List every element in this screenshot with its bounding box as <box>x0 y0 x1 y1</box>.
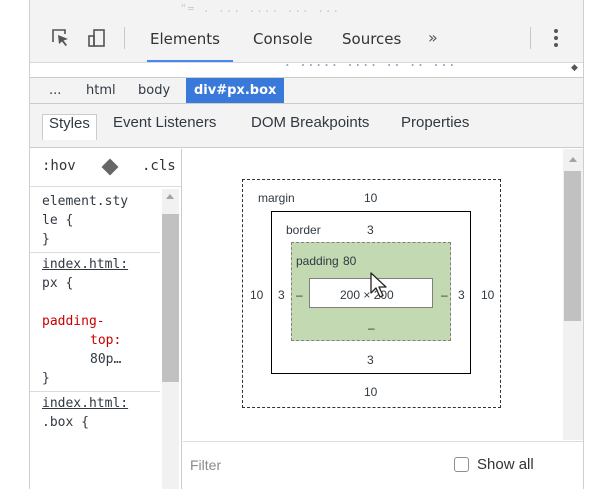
devtools-toolbar: "= . ... .... ... ... Elements Console S… <box>30 0 583 66</box>
more-options-icon[interactable] <box>553 27 559 49</box>
rule-selector[interactable]: px { <box>42 274 73 293</box>
element-style-selector-cont[interactable]: le { <box>42 211 73 230</box>
border-top-value[interactable]: 3 <box>367 223 374 237</box>
scroll-up-icon[interactable] <box>166 194 174 199</box>
element-style-close: } <box>42 232 50 247</box>
show-all-label[interactable]: Show all <box>477 456 534 473</box>
diamond-icon[interactable] <box>101 158 119 176</box>
padding-right-value[interactable]: – <box>441 288 448 302</box>
padding-left-value[interactable]: – <box>296 288 303 302</box>
padding-top-value[interactable]: 80 <box>343 254 356 268</box>
mouse-cursor-icon <box>370 272 387 298</box>
margin-right-value[interactable]: 10 <box>481 288 494 302</box>
styles-pane: :hov .cls element.sty le { } index.html:… <box>30 149 182 489</box>
computed-filter-bar: Filter Show all <box>183 441 583 489</box>
rule-source-link[interactable]: index.html: <box>42 394 128 413</box>
computed-scrollbar-thumb[interactable] <box>564 171 581 321</box>
device-toolbar-icon[interactable] <box>87 28 107 48</box>
toolbar-separator <box>530 27 531 49</box>
toolbar-separator <box>124 27 125 49</box>
rule-source-link[interactable]: index.html: <box>42 255 128 274</box>
sidebar-tabs: Styles Event Listeners DOM Breakpoints P… <box>30 104 583 148</box>
padding-bottom-value[interactable]: – <box>368 321 375 335</box>
css-property-name[interactable]: padding- <box>42 312 105 331</box>
breadcrumb-selected-element[interactable]: div#px.box <box>186 78 285 103</box>
tab-properties[interactable]: Properties <box>401 114 469 140</box>
tab-sources[interactable]: Sources <box>342 30 401 48</box>
scroll-up-icon[interactable] <box>569 157 577 162</box>
rule-selector[interactable]: .box { <box>42 413 89 432</box>
tab-styles[interactable]: Styles <box>42 114 97 140</box>
inspect-element-icon[interactable] <box>51 28 71 48</box>
margin-bottom-value[interactable]: 10 <box>364 385 377 399</box>
filter-input[interactable]: Filter <box>190 457 221 473</box>
left-background <box>0 0 29 489</box>
margin-label: margin <box>258 191 295 205</box>
element-style-selector[interactable]: element.sty <box>42 192 128 211</box>
margin-top-value[interactable]: 10 <box>364 191 377 205</box>
tab-elements[interactable]: Elements <box>150 30 220 48</box>
cls-toggle[interactable]: .cls <box>142 158 176 174</box>
more-tabs-button[interactable]: » <box>428 28 438 47</box>
scroll-arrows-icon[interactable]: ◆ <box>571 63 578 73</box>
border-right-value[interactable]: 3 <box>458 288 465 302</box>
dom-tree-strip: '' . ..... .... .. .. ... ' ◆ <box>30 62 583 77</box>
rule-divider <box>30 391 160 392</box>
tab-console[interactable]: Console <box>253 30 313 48</box>
breadcrumb-ellipsis[interactable]: ... <box>49 83 61 98</box>
tab-event-listeners[interactable]: Event Listeners <box>113 114 216 140</box>
breadcrumb: ... html body div#px.box <box>30 77 583 104</box>
tab-dom-breakpoints[interactable]: DOM Breakpoints <box>251 114 369 140</box>
padding-label: padding <box>296 254 339 268</box>
styles-filter-row: :hov .cls <box>30 149 181 187</box>
show-all-checkbox[interactable] <box>454 457 469 472</box>
rule-divider <box>30 252 160 253</box>
margin-left-value[interactable]: 10 <box>250 288 263 302</box>
breadcrumb-html[interactable]: html <box>86 83 116 98</box>
css-property-name-cont[interactable]: top: <box>90 331 121 350</box>
breadcrumb-body[interactable]: body <box>138 83 170 98</box>
styles-scrollbar-thumb[interactable] <box>162 214 179 382</box>
rule-close: } <box>42 371 50 386</box>
computed-pane: margin 10 10 10 10 border 3 3 3 3 paddin… <box>183 149 583 489</box>
border-bottom-value[interactable]: 3 <box>367 353 374 367</box>
toolbar-ghost-code: "= . ... .... ... ... <box>180 2 341 15</box>
devtools-window: "= . ... .... ... ... Elements Console S… <box>29 0 584 489</box>
border-label: border <box>286 223 321 237</box>
right-background <box>584 0 596 489</box>
css-property-value[interactable]: 80p… <box>90 350 121 369</box>
hov-toggle[interactable]: :hov <box>42 158 76 174</box>
dom-ghost-code: '' . ..... .... .. .. ... ' <box>260 62 472 70</box>
border-left-value[interactable]: 3 <box>278 288 285 302</box>
